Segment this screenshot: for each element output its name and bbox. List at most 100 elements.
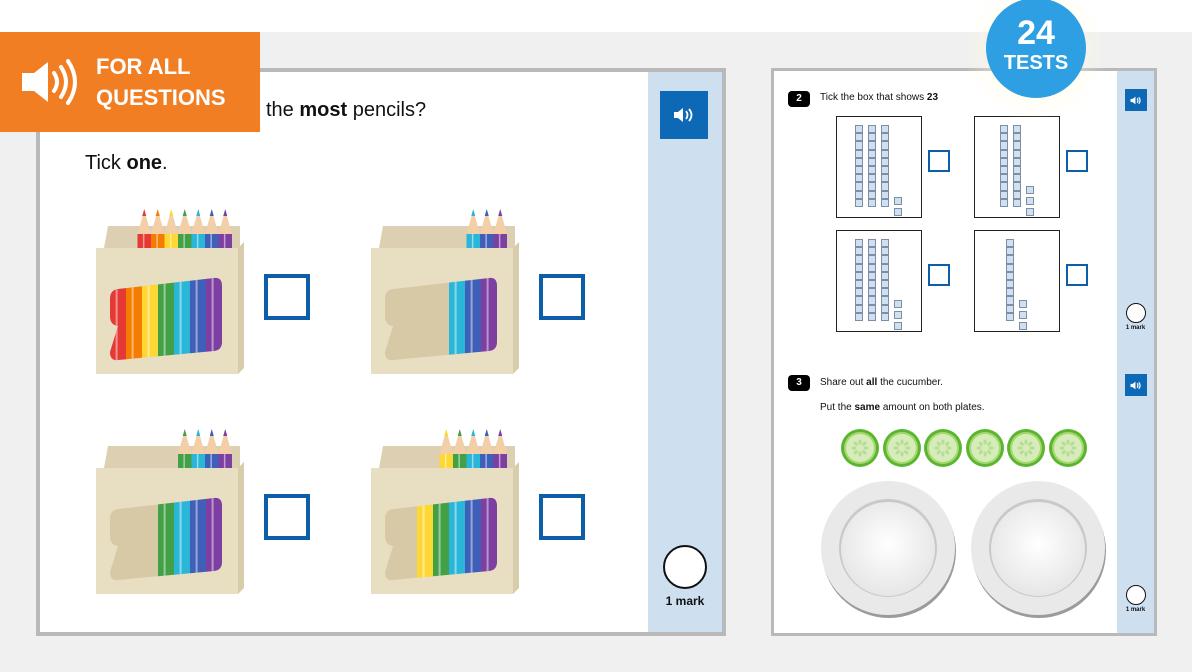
ten-rod-cube [868, 255, 876, 264]
base-ten-option-3 [836, 230, 922, 332]
ten-rod-cube [855, 239, 863, 248]
ten-rod-cube [881, 157, 889, 166]
pencil-box-3 [96, 424, 244, 596]
question-3-line2: Put the same amount on both plates. [820, 402, 985, 413]
mark-label: 1 mark [665, 594, 705, 608]
ten-rod-cube [868, 125, 876, 134]
ten-rod-cube [1013, 190, 1021, 199]
ten-rod-cube [868, 247, 876, 256]
ten-rod-cube [855, 174, 863, 183]
ten-rod-cube [881, 280, 889, 289]
plate[interactable] [818, 479, 958, 619]
plate[interactable] [968, 479, 1108, 619]
banner-line-2: QUESTIONS [96, 85, 226, 110]
ten-rod-cube [1000, 166, 1008, 175]
question-number-3: 3 [788, 375, 810, 391]
mark-circle-q3[interactable] [1126, 585, 1146, 605]
ten-rod-cube [855, 280, 863, 289]
pencil [480, 209, 494, 250]
mark-label-q3: 1 mark [1125, 607, 1146, 613]
ten-rod-cube [855, 190, 863, 199]
ten-rod-cube [868, 312, 876, 321]
ten-rod-cube [1000, 149, 1008, 158]
one-cube [894, 300, 902, 308]
audio-button[interactable] [660, 91, 708, 139]
cucumber-slice[interactable] [1006, 428, 1046, 468]
ten-rod-cube [881, 255, 889, 264]
cucumber-slice[interactable] [882, 428, 922, 468]
pencil-box-2 [371, 204, 519, 376]
ten-rod-cube [1000, 133, 1008, 142]
pencil [151, 209, 165, 250]
q3-line1-bold: all [866, 377, 878, 388]
ten-rod-cube [855, 125, 863, 134]
tick-box-q2-option-4[interactable] [1066, 264, 1088, 286]
pencil [164, 209, 178, 250]
pencil [218, 429, 232, 470]
tick-box-q2-option-3[interactable] [928, 264, 950, 286]
ten-rod-cube [855, 296, 863, 305]
pencil [466, 429, 480, 470]
ten-rod-cube [868, 280, 876, 289]
audio-banner[interactable]: FOR ALL QUESTIONS [0, 32, 260, 132]
q3-line1-prefix: Share out [820, 377, 864, 388]
cucumber-slice[interactable] [965, 428, 1005, 468]
tick-box-q2-option-1[interactable] [928, 150, 950, 172]
side-strip: 1 mark 1 mark [1117, 71, 1154, 633]
ten-rod-cube [1006, 239, 1014, 248]
ten-rod-cube [1000, 190, 1008, 199]
question-page-left: the most pencils? Tick one. 1 mark [36, 68, 726, 636]
ten-rod-cube [868, 263, 876, 272]
cucumber-slice[interactable] [840, 428, 880, 468]
question-2-text: Tick the box that shows 23 [820, 92, 938, 103]
ten-rod-cube [881, 312, 889, 321]
one-cube [1026, 197, 1034, 205]
speaker-icon [1130, 96, 1141, 104]
question-text-start: the [266, 99, 294, 121]
ten-rod-cube [868, 174, 876, 183]
ten-rod-cube [868, 288, 876, 297]
ten-rod-cube [1006, 280, 1014, 289]
tick-box-option-4[interactable] [539, 494, 585, 540]
audio-button-q3[interactable] [1125, 374, 1147, 396]
pencil [493, 209, 507, 250]
one-cube [894, 197, 902, 205]
instruction-prefix: Tick [85, 152, 121, 174]
ten-rod-cube [1013, 149, 1021, 158]
ten-rod-cube [868, 296, 876, 305]
tick-box-option-2[interactable] [539, 274, 585, 320]
ten-rod-cube [855, 288, 863, 297]
ten-rod-cube [1006, 263, 1014, 272]
ten-rod-cube [855, 149, 863, 158]
ten-rod-cube [855, 141, 863, 150]
pencil-stripe [158, 497, 174, 581]
tick-box-option-1[interactable] [264, 274, 310, 320]
question-text-bold: most [299, 99, 348, 121]
question-text-end: pencils? [352, 99, 427, 121]
speaker-icon [22, 59, 77, 105]
cucumber-slice[interactable] [923, 428, 963, 468]
cucumber-slice[interactable] [1048, 428, 1088, 468]
ten-rod-cube [855, 198, 863, 207]
ten-rod-cube [868, 239, 876, 248]
ten-rod-cube [1000, 182, 1008, 191]
pencil [466, 209, 480, 250]
tick-box-option-3[interactable] [264, 494, 310, 540]
ten-rod-cube [881, 141, 889, 150]
audio-button-q2[interactable] [1125, 89, 1147, 111]
ten-rod-cube [1013, 166, 1021, 175]
tick-box-q2-option-2[interactable] [1066, 150, 1088, 172]
ten-rod-cube [1006, 271, 1014, 280]
ten-rod-cube [1013, 198, 1021, 207]
pencil-stripe [190, 497, 206, 581]
mark-label-q2: 1 mark [1125, 325, 1146, 331]
ten-rod-cube [881, 198, 889, 207]
q3-line2-prefix: Put the [820, 402, 852, 413]
pencil [480, 429, 494, 470]
mark-circle[interactable] [663, 545, 707, 589]
ten-rod-cube [1000, 125, 1008, 134]
question-3-line1: Share out all the cucumber. [820, 377, 943, 388]
ten-rod-cube [1000, 198, 1008, 207]
mark-circle-q2[interactable] [1126, 303, 1146, 323]
ten-rod-cube [1006, 296, 1014, 305]
